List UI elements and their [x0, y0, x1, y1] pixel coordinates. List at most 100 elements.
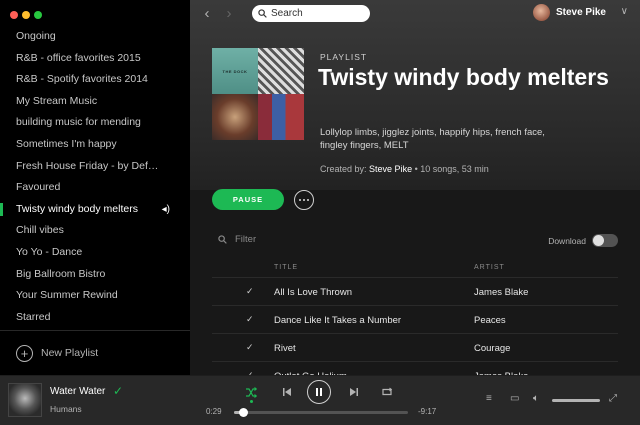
- dot-icon: [303, 199, 305, 201]
- zoom-window-button[interactable]: [34, 11, 42, 19]
- previous-icon: [283, 388, 291, 396]
- sidebar-playlist-item[interactable]: Your Summer Rewind: [0, 285, 190, 307]
- track-artist[interactable]: James Blake: [474, 287, 528, 298]
- track-title: Dance Like It Takes a Number: [274, 315, 402, 326]
- track-artist[interactable]: Courage: [474, 343, 510, 354]
- track-title: All Is Love Thrown: [274, 287, 352, 298]
- new-playlist-label: New Playlist: [41, 347, 99, 359]
- minimize-window-button[interactable]: [22, 11, 30, 19]
- repeat-icon: [382, 387, 393, 396]
- window-controls: [10, 11, 42, 19]
- track-row[interactable]: ✓ Rivet Courage: [212, 334, 618, 362]
- next-icon: [350, 388, 358, 396]
- track-title: Rivet: [274, 343, 296, 354]
- title-column-header[interactable]: TITLE: [274, 264, 298, 271]
- sidebar-playlist-label: Chill vibes: [16, 224, 64, 237]
- sidebar-playlist-item[interactable]: R&B - Spotify favorites 2014: [0, 69, 190, 91]
- track-row[interactable]: ✓ Dance Like It Takes a Number Peaces: [212, 306, 618, 334]
- sidebar-playlist-label: Starred: [16, 310, 51, 323]
- next-button[interactable]: [346, 384, 362, 400]
- sidebar-playlist-item[interactable]: building music for mending: [0, 112, 190, 134]
- now-playing-artist[interactable]: Humans: [50, 404, 82, 414]
- new-playlist-button[interactable]: + New Playlist: [0, 330, 190, 375]
- download-toggle[interactable]: [592, 234, 618, 247]
- cover-tile-3: [212, 94, 258, 140]
- repeat-button[interactable]: [379, 384, 395, 400]
- track-row[interactable]: ✓Outlet Go HeliumJames Blake: [212, 362, 618, 375]
- track-artist[interactable]: Peaces: [474, 315, 506, 326]
- player-bar: Water Water ✓ Humans 0:29 -9:17 ≡ ▭ 🔈︎ ⤢: [0, 375, 640, 425]
- speaker-icon: ◂): [161, 203, 170, 215]
- playlist-list: Ongoing R&B - office favorites 2015 R&B - …: [0, 26, 190, 328]
- sidebar-playlist-item[interactable]: Starred: [0, 307, 190, 329]
- created-by-label: Created by:: [320, 164, 367, 174]
- artist-column-header[interactable]: ARTIST: [474, 264, 505, 271]
- saved-check-icon[interactable]: ✓: [246, 342, 254, 353]
- track-list-header: TITLE ARTIST: [212, 260, 618, 278]
- previous-button[interactable]: [279, 384, 295, 400]
- playlist-owner-link[interactable]: Steve Pike: [369, 164, 412, 174]
- download-label: Download: [548, 235, 586, 246]
- chevron-down-icon[interactable]: ∨: [621, 6, 628, 17]
- sidebar-playlist-label: Ongoing: [16, 30, 56, 42]
- progress-handle[interactable]: [238, 408, 248, 417]
- user-menu[interactable]: Steve Pike: [532, 4, 606, 21]
- search-input[interactable]: Search: [252, 4, 370, 22]
- sidebar-playlist-item[interactable]: Chill vibes: [0, 220, 190, 242]
- pause-icon: [316, 388, 322, 396]
- sidebar-playlist-label: My Stream Music: [16, 94, 98, 107]
- progress-bar[interactable]: [234, 408, 408, 417]
- devices-icon[interactable]: ▭: [510, 393, 519, 404]
- sidebar-playlist-item[interactable]: Fresh House Friday - by Defected: [0, 156, 190, 178]
- play-pause-button[interactable]: [307, 380, 331, 404]
- download-control: Download: [548, 234, 618, 247]
- search-icon: [258, 8, 267, 18]
- dot-icon: [299, 199, 301, 201]
- remaining-time: -9:17: [418, 407, 437, 416]
- sidebar-playlist-item[interactable]: R&B - office favorites 2015: [0, 48, 190, 70]
- saved-check-icon[interactable]: ✓: [113, 384, 123, 398]
- elapsed-time: 0:29: [206, 407, 222, 416]
- track-row[interactable]: ✓ All Is Love Thrown James Blake: [212, 278, 618, 306]
- back-arrow-icon[interactable]: ‹: [196, 5, 218, 22]
- playlist-title: Twisty windy body melters: [318, 64, 609, 90]
- sidebar-playlist-label: building music for mending: [16, 116, 141, 129]
- pause-button[interactable]: PAUSE: [212, 189, 284, 210]
- filter-placeholder: Filter: [235, 234, 257, 245]
- playlist-description: Lollylop limbs, jigglez joints, happify …: [320, 127, 545, 151]
- sidebar-playlist-label: Fresh House Friday - by Defected: [16, 159, 174, 172]
- fullscreen-icon[interactable]: ⤢: [609, 393, 617, 404]
- dot-icon: [307, 199, 309, 201]
- forward-arrow-icon[interactable]: ›: [218, 5, 240, 22]
- sidebar-playlist-item[interactable]: Favoured: [0, 177, 190, 199]
- queue-icon[interactable]: ≡: [486, 393, 492, 404]
- close-window-button[interactable]: [10, 11, 18, 19]
- sidebar: Ongoing R&B - office favorites 2015 R&B - …: [0, 0, 190, 375]
- cover-text: THE DOCK: [222, 68, 248, 74]
- saved-check-icon[interactable]: ✓: [246, 286, 254, 297]
- now-playing-artwork[interactable]: [8, 383, 42, 417]
- sidebar-playlist-item[interactable]: Yo Yo - Dance: [0, 242, 190, 264]
- volume-slider[interactable]: [552, 399, 600, 402]
- sidebar-playlist-item[interactable]: Twisty windy body melters ◂): [0, 199, 190, 221]
- now-playing-title[interactable]: Water Water: [50, 386, 105, 397]
- volume-icon[interactable]: 🔈︎: [533, 393, 539, 404]
- playlist-meta: Created by: Steve Pike • 10 songs, 53 mi…: [320, 164, 489, 174]
- avatar: [532, 4, 550, 21]
- sidebar-playlist-item[interactable]: My Stream Music: [0, 91, 190, 113]
- sidebar-playlist-item[interactable]: Big Ballroom Bistro: [0, 264, 190, 286]
- playlist-type-label: PLAYLIST: [320, 52, 368, 62]
- sidebar-playlist-item[interactable]: Ongoing: [0, 26, 190, 48]
- sidebar-playlist-label: R&B - office favorites 2015: [16, 51, 141, 64]
- more-options-button[interactable]: [294, 190, 314, 210]
- user-name: Steve Pike: [555, 7, 606, 18]
- search-icon: [218, 235, 227, 244]
- main-content: ‹ › Search Steve Pike ∨ THE DOCK PLAYLIS…: [190, 0, 640, 375]
- filter-input[interactable]: Filter: [218, 234, 256, 245]
- saved-check-icon[interactable]: ✓: [246, 314, 254, 325]
- sidebar-playlist-label: Sometimes I'm happy: [16, 137, 117, 150]
- shuffle-button[interactable]: [243, 384, 259, 400]
- sidebar-playlist-label: Twisty windy body melters: [16, 202, 138, 215]
- playlist-stats: • 10 songs, 53 min: [414, 164, 489, 174]
- sidebar-playlist-item[interactable]: Sometimes I'm happy: [0, 134, 190, 156]
